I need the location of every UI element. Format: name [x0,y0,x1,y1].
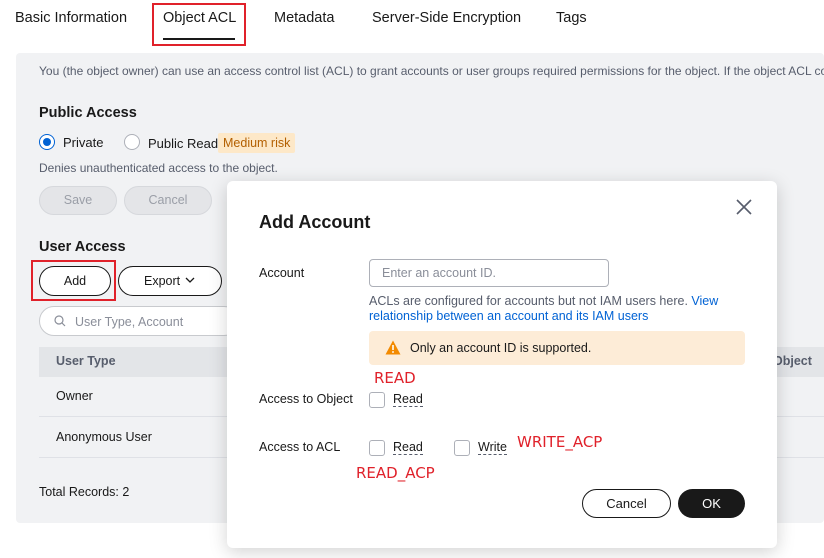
annotation-read-acp: READ_ACP [356,464,435,482]
annotation-read: READ [374,369,416,387]
account-id-input[interactable]: Enter an account ID. [369,259,609,287]
cancel-public-access-button[interactable]: Cancel [124,186,212,215]
public-read-radio[interactable] [124,134,140,150]
acl-description: You (the object owner) can use an access… [39,64,824,78]
cell-user-type: Anonymous User [56,430,152,444]
account-label: Account [259,266,305,280]
tab-basic-information[interactable]: Basic Information [15,10,127,26]
warning-banner: Only an account ID is supported. [369,331,745,365]
acl-note: ACLs are configured for accounts but not… [369,294,729,324]
ok-button[interactable]: OK [678,489,745,518]
object-read-checkbox[interactable] [369,392,385,408]
tab-server-side-encryption[interactable]: Server-Side Encryption [372,10,521,26]
public-access-hint: Denies unauthenticated access to the obj… [39,161,278,175]
access-to-object-label: Access to Object [259,392,353,406]
add-account-dialog: Add Account Account Enter an account ID.… [227,181,777,548]
export-button-label: Export [144,274,181,288]
search-icon [54,315,66,327]
warning-text: Only an account ID is supported. [410,341,592,355]
warning-icon [385,340,401,355]
save-button[interactable]: Save [39,186,117,215]
public-read-radio-label: Public Read [148,136,219,151]
private-radio[interactable] [39,134,55,150]
search-placeholder: User Type, Account [75,315,184,329]
account-id-placeholder: Enter an account ID. [382,266,496,280]
add-button[interactable]: Add [39,266,111,296]
public-access-title: Public Access [39,105,137,121]
close-icon[interactable] [735,198,753,216]
dialog-title: Add Account [259,212,371,232]
object-read-label: Read [393,392,423,407]
dialog-cancel-button[interactable]: Cancel [582,489,671,518]
risk-badge: Medium risk [218,133,296,153]
acl-write-checkbox[interactable] [454,440,470,456]
access-to-acl-label: Access to ACL [259,440,341,454]
active-tab-indicator [163,38,235,40]
cell-user-type: Owner [56,389,93,403]
user-access-title: User Access [39,239,126,255]
column-header-object: Object [773,354,812,368]
acl-note-text: ACLs are configured for accounts but not… [369,294,692,308]
acl-read-checkbox[interactable] [369,440,385,456]
private-radio-label: Private [63,135,104,150]
export-button[interactable]: Export [118,266,222,296]
total-records: Total Records: 2 [39,485,130,499]
acl-read-label: Read [393,440,423,455]
tab-metadata[interactable]: Metadata [274,10,334,26]
tab-bar: Basic Information Object ACL Metadata Se… [0,0,824,44]
tab-tags[interactable]: Tags [556,10,587,26]
column-header-user-type: User Type [56,354,116,368]
chevron-down-icon [185,277,195,283]
acl-write-label: Write [478,440,507,455]
user-search-input[interactable]: User Type, Account [39,306,239,336]
tab-object-acl[interactable]: Object ACL [163,10,236,26]
annotation-write-acp: WRITE_ACP [517,433,603,451]
